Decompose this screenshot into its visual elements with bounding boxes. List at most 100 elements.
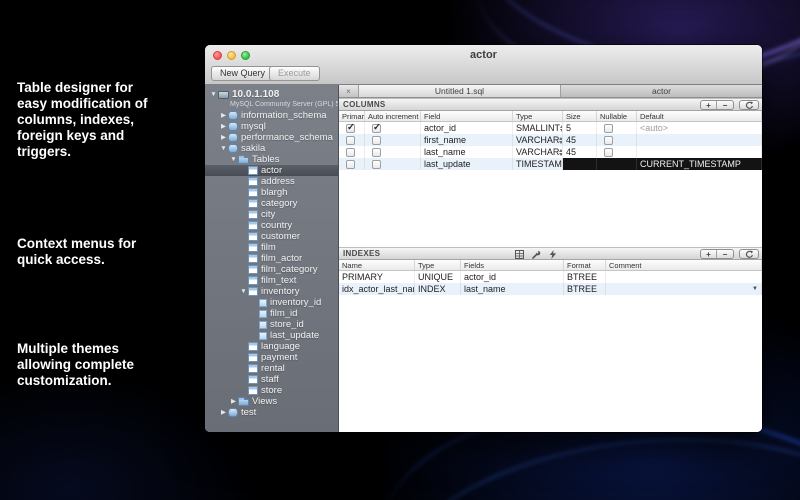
refresh-columns-button[interactable] bbox=[739, 100, 759, 110]
disclosure-triangle-icon[interactable]: ▼ bbox=[239, 286, 248, 297]
field-cell[interactable]: actor_id bbox=[421, 122, 513, 134]
index-row-idx_actor_last_name[interactable]: idx_actor_last_nameINDEXlast_nameBTREE ▼ bbox=[339, 283, 762, 295]
disclosure-triangle-icon[interactable]: ▼ bbox=[209, 89, 218, 100]
primary-checkbox[interactable] bbox=[346, 148, 355, 157]
index-name-cell[interactable]: PRIMARY bbox=[339, 271, 415, 283]
sidebar-item-address[interactable]: address bbox=[205, 176, 338, 187]
sidebar-item-Tables[interactable]: ▼Tables bbox=[205, 154, 338, 165]
default-cell[interactable] bbox=[637, 134, 762, 146]
sidebar-item-Views[interactable]: ▶Views bbox=[205, 396, 338, 407]
auto-increment-checkbox[interactable] bbox=[372, 124, 381, 133]
auto-increment-checkbox[interactable] bbox=[372, 160, 381, 169]
sidebar-item-language[interactable]: language bbox=[205, 341, 338, 352]
disclosure-triangle-icon[interactable]: ▶ bbox=[219, 132, 228, 143]
type-cell[interactable]: SMALLINT bbox=[513, 122, 563, 134]
nullable-checkbox[interactable] bbox=[604, 124, 613, 133]
execute-button[interactable]: Execute bbox=[269, 66, 320, 81]
remove-column-button[interactable]: − bbox=[717, 101, 733, 109]
sidebar-item-actor[interactable]: actor bbox=[205, 165, 338, 176]
index-fields-cell[interactable]: last_name bbox=[461, 283, 564, 295]
default-cell[interactable]: <auto> bbox=[637, 122, 762, 134]
tab-actor[interactable]: actor bbox=[561, 85, 762, 97]
sidebar-item-rental[interactable]: rental bbox=[205, 363, 338, 374]
nullable-checkbox[interactable] bbox=[604, 148, 613, 157]
dropdown-arrow-icon[interactable]: ▼ bbox=[752, 286, 758, 292]
add-column-button[interactable]: + bbox=[701, 101, 717, 109]
auto-increment-checkbox[interactable] bbox=[372, 148, 381, 157]
lightning-icon[interactable] bbox=[549, 250, 557, 261]
disclosure-triangle-icon[interactable]: ▶ bbox=[219, 121, 228, 132]
primary-cell[interactable] bbox=[339, 134, 365, 146]
type-cell[interactable]: VARCHAR bbox=[513, 146, 563, 158]
auto-increment-cell[interactable] bbox=[365, 134, 421, 146]
sidebar-item-inventory[interactable]: ▼inventory bbox=[205, 286, 338, 297]
size-cell[interactable]: 45 bbox=[563, 146, 597, 158]
remove-index-button[interactable]: − bbox=[717, 250, 733, 258]
size-cell[interactable]: 45 bbox=[563, 134, 597, 146]
close-tab-icon[interactable]: × bbox=[339, 85, 359, 97]
add-index-button[interactable]: + bbox=[701, 250, 717, 258]
nullable-cell[interactable] bbox=[597, 158, 637, 170]
index-row-PRIMARY[interactable]: PRIMARYUNIQUEactor_idBTREE bbox=[339, 271, 762, 283]
sidebar-item-blargh[interactable]: blargh bbox=[205, 187, 338, 198]
field-cell[interactable]: last_update bbox=[421, 158, 513, 170]
sidebar-item-sakila[interactable]: ▼sakila bbox=[205, 143, 338, 154]
host-item[interactable]: ▼ 10.0.1.108 bbox=[205, 85, 338, 101]
sidebar-item-mysql[interactable]: ▶mysql bbox=[205, 121, 338, 132]
sidebar-item-staff[interactable]: staff bbox=[205, 374, 338, 385]
sidebar-item-city[interactable]: city bbox=[205, 209, 338, 220]
primary-cell[interactable] bbox=[339, 146, 365, 158]
sidebar-item-last_update[interactable]: last_update bbox=[205, 330, 338, 341]
column-row-last_name[interactable]: last_nameVARCHAR45 bbox=[339, 146, 762, 158]
nullable-cell[interactable] bbox=[597, 134, 637, 146]
field-cell[interactable]: last_name bbox=[421, 146, 513, 158]
nullable-cell[interactable] bbox=[597, 122, 637, 134]
index-type-cell[interactable]: UNIQUE bbox=[415, 271, 461, 283]
field-cell[interactable]: first_name bbox=[421, 134, 513, 146]
auto-increment-cell[interactable] bbox=[365, 146, 421, 158]
index-format-cell[interactable]: BTREE bbox=[564, 271, 606, 283]
primary-checkbox[interactable] bbox=[346, 124, 355, 133]
new-query-button[interactable]: New Query bbox=[211, 66, 274, 81]
index-type-cell[interactable]: INDEX bbox=[415, 283, 461, 295]
sidebar-item-country[interactable]: country bbox=[205, 220, 338, 231]
sidebar-item-payment[interactable]: payment bbox=[205, 352, 338, 363]
primary-checkbox[interactable] bbox=[346, 160, 355, 169]
auto-increment-cell[interactable] bbox=[365, 158, 421, 170]
size-cell[interactable]: 5 bbox=[563, 122, 597, 134]
grid-view-icon[interactable] bbox=[515, 250, 524, 261]
primary-cell[interactable] bbox=[339, 158, 365, 170]
disclosure-triangle-icon[interactable]: ▶ bbox=[229, 396, 238, 407]
sidebar-item-test[interactable]: ▶test bbox=[205, 407, 338, 418]
type-cell[interactable]: VARCHAR bbox=[513, 134, 563, 146]
column-row-first_name[interactable]: first_nameVARCHAR45 bbox=[339, 134, 762, 146]
type-cell[interactable]: TIMESTAMP bbox=[513, 158, 563, 170]
refresh-indexes-button[interactable] bbox=[739, 249, 759, 259]
index-comment-cell[interactable] bbox=[606, 271, 762, 283]
primary-cell[interactable] bbox=[339, 122, 365, 134]
disclosure-triangle-icon[interactable]: ▶ bbox=[219, 110, 228, 121]
sidebar-item-inventory_id[interactable]: inventory_id bbox=[205, 297, 338, 308]
tab-Untitled-1-sql[interactable]: Untitled 1.sql bbox=[359, 85, 561, 97]
auto-increment-cell[interactable] bbox=[365, 122, 421, 134]
disclosure-triangle-icon[interactable]: ▼ bbox=[219, 143, 228, 154]
index-name-cell[interactable]: idx_actor_last_name bbox=[339, 283, 415, 295]
sidebar-item-customer[interactable]: customer bbox=[205, 231, 338, 242]
index-comment-cell[interactable]: ▼ bbox=[606, 283, 762, 295]
sidebar-item-store_id[interactable]: store_id bbox=[205, 319, 338, 330]
index-fields-cell[interactable]: actor_id bbox=[461, 271, 564, 283]
nullable-checkbox[interactable] bbox=[604, 136, 613, 145]
sidebar-item-film_text[interactable]: film_text bbox=[205, 275, 338, 286]
nullable-cell[interactable] bbox=[597, 146, 637, 158]
index-format-cell[interactable]: BTREE bbox=[564, 283, 606, 295]
disclosure-triangle-icon[interactable]: ▶ bbox=[219, 407, 228, 418]
column-row-actor_id[interactable]: actor_idSMALLINT5 <auto> bbox=[339, 122, 762, 134]
sidebar-item-information_schema[interactable]: ▶information_schema bbox=[205, 110, 338, 121]
disclosure-triangle-icon[interactable]: ▼ bbox=[229, 154, 238, 165]
sidebar-item-film_category[interactable]: film_category bbox=[205, 264, 338, 275]
sidebar-item-film[interactable]: film bbox=[205, 242, 338, 253]
sidebar-item-store[interactable]: store bbox=[205, 385, 338, 396]
size-cell[interactable] bbox=[563, 158, 597, 170]
auto-increment-checkbox[interactable] bbox=[372, 136, 381, 145]
sidebar-item-film_actor[interactable]: film_actor bbox=[205, 253, 338, 264]
